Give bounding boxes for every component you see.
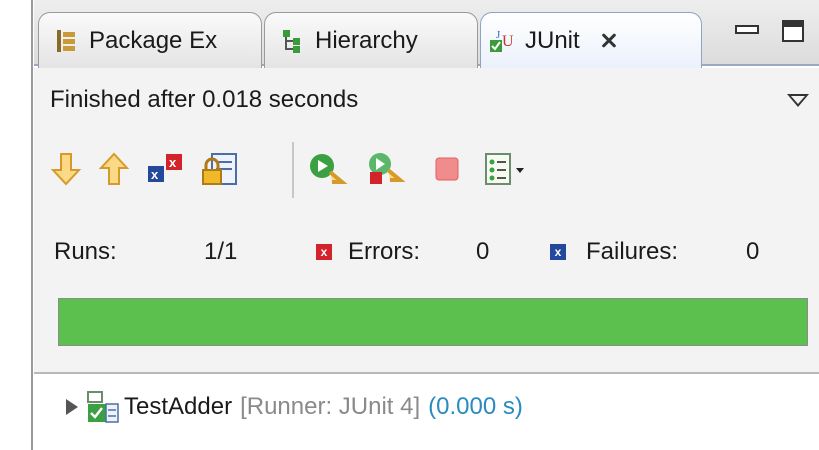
error-icon: x	[316, 244, 332, 260]
previous-failure-icon[interactable]	[98, 152, 130, 186]
tab-hierarchy[interactable]: Hierarchy	[264, 12, 478, 68]
svg-text:U: U	[502, 33, 514, 50]
svg-text:x: x	[151, 167, 159, 182]
next-failure-icon[interactable]	[50, 152, 82, 186]
panel-border	[31, 0, 33, 450]
view-tab-bar: Package Ex Hierarchy UJ JUnit	[34, 0, 819, 68]
svg-text:x: x	[169, 155, 177, 170]
expand-triangle-icon[interactable]	[66, 399, 78, 415]
progress-area	[34, 292, 819, 372]
package-explorer-icon	[53, 28, 79, 54]
errors-value: 0	[476, 238, 490, 265]
stop-icon[interactable]	[432, 152, 464, 186]
minimize-icon[interactable]	[734, 20, 759, 42]
left-panel-edge	[0, 0, 34, 450]
tree-row[interactable]: TestAdder [Runner: JUnit 4] (0.000 s)	[66, 388, 523, 426]
test-name: TestAdder	[124, 393, 233, 420]
runner-label: [Runner: JUnit 4]	[240, 393, 421, 420]
errors-label: Errors:	[348, 238, 420, 265]
failures-label: Failures:	[586, 238, 679, 265]
toolbar-separator	[292, 142, 294, 198]
tab-label: Hierarchy	[315, 26, 418, 54]
duration-label: (0.000 s)	[428, 393, 523, 420]
test-counters: Runs: 1/1 x Errors: 0 x Failures: 0	[34, 212, 819, 292]
show-failures-only-icon[interactable]: xx	[146, 152, 186, 186]
test-tree: TestAdder [Runner: JUnit 4] (0.000 s)	[34, 374, 819, 450]
status-bar: Finished after 0.018 seconds	[34, 68, 819, 130]
view-menu-chevron-down-icon[interactable]	[787, 94, 809, 107]
junit-icon: UJ	[489, 28, 515, 54]
junit-toolbar: xx	[34, 130, 819, 212]
failure-icon: x	[550, 244, 566, 260]
scroll-lock-icon[interactable]	[200, 152, 240, 186]
hierarchy-icon	[279, 28, 305, 54]
test-run-history-icon[interactable]	[484, 152, 528, 186]
maximize-icon[interactable]	[782, 20, 804, 42]
progress-fill	[59, 299, 807, 345]
runs-label: Runs:	[54, 238, 117, 265]
close-icon[interactable]	[598, 30, 620, 52]
tab-label: Package Ex	[89, 26, 218, 54]
junit-view: Package Ex Hierarchy UJ JUnit Finished a…	[34, 0, 819, 450]
test-progress-bar	[58, 298, 808, 346]
svg-text:J: J	[496, 29, 501, 41]
tab-label: JUnit	[525, 26, 580, 54]
test-suite-success-icon	[86, 390, 120, 424]
tab-junit[interactable]: UJ JUnit	[480, 12, 702, 68]
runs-value: 1/1	[204, 238, 238, 265]
tab-package-explorer[interactable]: Package Ex	[38, 12, 262, 68]
rerun-failed-first-icon[interactable]	[366, 152, 406, 186]
rerun-test-icon[interactable]	[308, 152, 348, 186]
failures-value: 0	[746, 238, 760, 265]
status-text: Finished after 0.018 seconds	[50, 86, 359, 113]
